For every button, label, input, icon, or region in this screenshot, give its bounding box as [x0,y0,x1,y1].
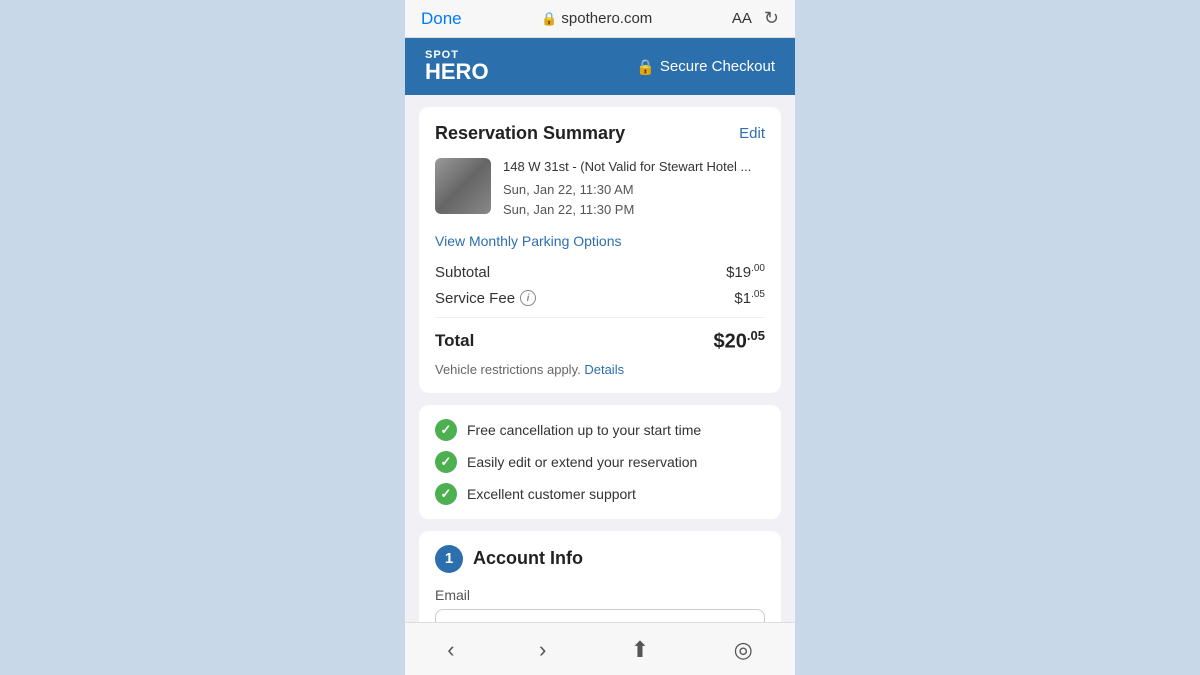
lock-icon: 🔒 [636,58,655,76]
forward-button[interactable]: › [529,633,556,667]
account-info-card: 1 Account Info Email We'll send your res… [419,531,781,622]
lock-icon: 🔒 [541,11,557,27]
account-header: 1 Account Info [435,545,765,573]
subtotal-value: $19.00 [726,263,765,281]
bottom-nav: ‹ › ⬆ ◎ [405,622,795,675]
total-row: Total $20.05 [435,328,765,354]
service-fee-value: $1.05 [734,289,765,307]
main-content: Reservation Summary Edit 148 W 31st - (N… [405,95,795,622]
url-bar[interactable]: 🔒 spothero.com [541,10,652,27]
check-icon-3 [435,483,457,505]
benefit-text-1: Free cancellation up to your start time [467,422,701,438]
benefit-row-2: Easily edit or extend your reservation [435,451,765,473]
email-label: Email [435,587,765,603]
section-title: Reservation Summary [435,123,625,144]
browser-actions: AA ↻ [732,8,779,29]
vehicle-restrictions: Vehicle restrictions apply. Details [435,362,765,377]
total-label: Total [435,331,474,351]
service-fee-info-icon[interactable]: i [520,290,536,306]
benefit-text-3: Excellent customer support [467,486,636,502]
secure-checkout-text: Secure Checkout [660,58,775,75]
price-divider [435,317,765,318]
benefit-row-3: Excellent customer support [435,483,765,505]
view-monthly-link[interactable]: View Monthly Parking Options [435,233,765,249]
benefits-card: Free cancellation up to your start time … [419,405,781,519]
parking-item: 148 W 31st - (Not Valid for Stewart Hote… [435,158,765,219]
spothero-logo: SPOT HERO [425,50,489,83]
parking-thumbnail [435,158,491,214]
service-fee-label: Service Fee i [435,290,536,307]
parking-details: 148 W 31st - (Not Valid for Stewart Hote… [503,158,765,219]
site-header: SPOT HERO 🔒 Secure Checkout [405,38,795,95]
section-header: Reservation Summary Edit [435,123,765,144]
subtotal-row: Subtotal $19.00 [435,263,765,281]
done-button[interactable]: Done [421,9,462,29]
edit-button[interactable]: Edit [739,125,765,142]
parking-thumbnail-image [435,158,491,214]
subtotal-label: Subtotal [435,264,490,281]
check-icon-2 [435,451,457,473]
share-button[interactable]: ⬆ [621,633,659,667]
parking-end-time: Sun, Jan 22, 11:30 PM [503,200,765,220]
browser-chrome: Done 🔒 spothero.com AA ↻ [405,0,795,38]
aa-button[interactable]: AA [732,10,752,27]
parking-start-time: Sun, Jan 22, 11:30 AM [503,180,765,200]
email-input[interactable] [435,609,765,622]
reservation-summary-card: Reservation Summary Edit 148 W 31st - (N… [419,107,781,393]
parking-name: 148 W 31st - (Not Valid for Stewart Hote… [503,158,765,176]
location-button[interactable]: ◎ [724,633,763,667]
benefit-text-2: Easily edit or extend your reservation [467,454,697,470]
account-title: Account Info [473,548,583,569]
check-icon-1 [435,419,457,441]
benefit-row-1: Free cancellation up to your start time [435,419,765,441]
details-link[interactable]: Details [584,362,624,377]
service-fee-row: Service Fee i $1.05 [435,289,765,307]
secure-checkout-label: 🔒 Secure Checkout [636,58,775,76]
url-text: spothero.com [561,10,652,27]
back-button[interactable]: ‹ [437,633,464,667]
total-value: $20.05 [714,328,765,354]
reload-icon[interactable]: ↻ [764,8,779,29]
logo-hero-text: HERO [425,61,489,83]
step-badge: 1 [435,545,463,573]
